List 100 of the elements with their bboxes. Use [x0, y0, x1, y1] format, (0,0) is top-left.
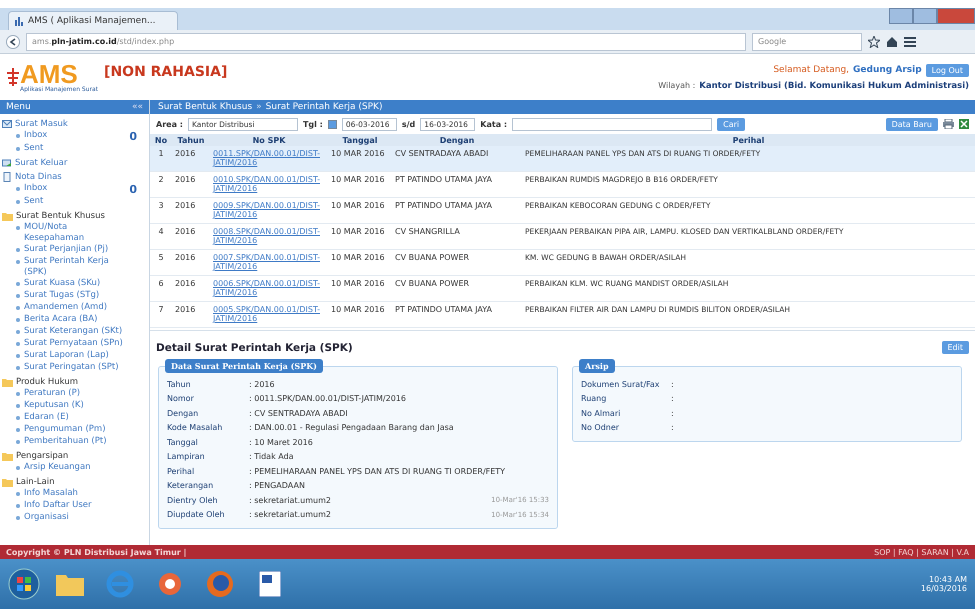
search-button[interactable]: Cari: [717, 118, 746, 130]
spk-number-link[interactable]: 0005.SPK/DAN.00.01/DIST-JATIM/2016: [210, 305, 328, 323]
menu-group[interactable]: Produk Hukum: [16, 376, 116, 388]
app-favicon: [15, 16, 24, 26]
keyword-field[interactable]: [512, 118, 712, 130]
search-field[interactable]: Google: [752, 32, 862, 50]
print-icon[interactable]: [943, 119, 954, 129]
spk-number-link[interactable]: 0008.SPK/DAN.00.01/DIST-JATIM/2016: [210, 227, 328, 245]
bullet-icon: [16, 147, 20, 151]
menu-group[interactable]: Nota Dinas: [15, 172, 115, 182]
menu-group[interactable]: Lain-Lain: [16, 476, 116, 488]
menu-item[interactable]: Sent: [24, 196, 124, 207]
menu-item[interactable]: Surat Perjanjian (Pj): [24, 244, 124, 255]
menu-item[interactable]: Berita Acara (BA): [24, 314, 124, 325]
spk-number-link[interactable]: 0006.SPK/DAN.00.01/DIST-JATIM/2016: [210, 279, 328, 297]
menu-item[interactable]: Keputusan (K): [24, 400, 124, 411]
menu-item[interactable]: Pengumuman (Pm): [24, 424, 124, 435]
edit-button[interactable]: Edit: [942, 341, 969, 354]
bullet-icon: [16, 260, 20, 264]
menu-item[interactable]: Pemberitahuan (Pt): [24, 436, 124, 447]
menu-item[interactable]: Sent: [24, 143, 124, 154]
menu-item[interactable]: Surat Laporan (Lap): [24, 350, 124, 361]
table-cell-text: 2016: [174, 305, 196, 314]
menu-item[interactable]: Surat Kuasa (SKu): [24, 278, 124, 289]
bullet-icon: [16, 440, 20, 444]
spreadsheet-icon[interactable]: [959, 119, 969, 129]
home-icon[interactable]: [886, 36, 898, 48]
field-value: :: [671, 380, 675, 389]
bullet-icon: [16, 492, 20, 496]
folder-icon: [2, 212, 13, 220]
menu-item[interactable]: Surat Peringatan (SPt): [24, 362, 124, 373]
bullet-icon: [16, 306, 20, 310]
menu-group[interactable]: Surat Keluar: [15, 158, 115, 168]
menu-item[interactable]: MOU/Nota Kesepahaman: [24, 222, 124, 244]
column-header: Tahun: [176, 136, 206, 144]
mail-icon: [2, 119, 12, 129]
field-label: Tanggal: [167, 438, 199, 447]
table-cell-text: 2016: [174, 149, 196, 158]
menu-item[interactable]: Surat Pernyataan (SPn): [24, 338, 124, 349]
date-checkbox[interactable]: [328, 120, 337, 128]
new-data-button[interactable]: Data Baru: [886, 118, 938, 130]
menu-item[interactable]: Info Masalah: [24, 488, 124, 499]
spk-number-link[interactable]: 0009.SPK/DAN.00.01/DIST-JATIM/2016: [210, 201, 328, 219]
detail-title: Detail Surat Perintah Kerja (SPK): [156, 342, 353, 354]
menu-group[interactable]: Surat Masuk: [15, 118, 115, 130]
field-value: : sekretariat.umum2: [249, 496, 332, 505]
field-value: : 0011.SPK/DAN.00.01/DIST-JATIM/2016: [249, 394, 407, 404]
clock-time: 10:43 AM: [929, 575, 967, 584]
bullet-icon: [16, 134, 20, 138]
table-cell-text: 5: [157, 253, 165, 262]
menu-item[interactable]: Inbox: [24, 130, 124, 141]
field-label: Dengan: [167, 408, 200, 418]
table-cell-text: 10 MAR 2016: [330, 201, 386, 210]
menu-item[interactable]: Surat Keterangan (SKt): [24, 326, 124, 337]
field-value: :: [671, 408, 675, 418]
breadcrumb-separator: »: [256, 102, 262, 112]
table-cell-text: 4: [157, 227, 165, 236]
menu-title: Menu: [6, 102, 31, 112]
table-cell-text: PT PATINDO UTAMA JAYA: [394, 175, 493, 184]
menu-group[interactable]: Pengarsipan: [16, 450, 116, 462]
folder-icon: [2, 378, 13, 386]
footer-links[interactable]: SOP | FAQ | SARAN | V.A: [874, 548, 969, 556]
menu-group[interactable]: Surat Bentuk Khusus: [16, 210, 116, 222]
spk-number-link[interactable]: 0010.SPK/DAN.00.01/DIST-JATIM/2016: [210, 175, 328, 193]
address-field[interactable]: ams.pln-jatim.co.id/std/index.php: [26, 32, 746, 50]
menu-item[interactable]: Amandemen (Amd): [24, 302, 124, 313]
back-icon[interactable]: [6, 34, 20, 48]
column-header: Dengan: [438, 136, 476, 144]
menu-item[interactable]: Info Daftar User: [24, 500, 124, 511]
bullet-icon: [16, 416, 20, 420]
table-cell-text: 2016: [174, 227, 196, 236]
start-button[interactable]: [8, 568, 40, 600]
logout-button[interactable]: Log Out: [926, 64, 969, 76]
table-cell-text: 10 MAR 2016: [330, 279, 386, 288]
menu-item[interactable]: Organisasi: [24, 512, 124, 523]
menu-item[interactable]: Surat Tugas (STg): [24, 290, 124, 301]
table-cell-text: 10 MAR 2016: [330, 149, 386, 158]
column-header: No SPK: [252, 136, 286, 144]
breadcrumb-item[interactable]: Surat Bentuk Khusus: [158, 102, 252, 112]
menu-item[interactable]: Peraturan (P): [24, 388, 124, 399]
field-label: Dokumen Surat/Fax: [581, 380, 661, 389]
field-value: : 10 Maret 2016: [249, 438, 314, 447]
menu-item[interactable]: Surat Perintah Kerja (SPK): [24, 256, 124, 278]
menu-icon[interactable]: [904, 36, 916, 46]
collapse-toggle[interactable]: ««: [132, 102, 143, 112]
menu-item[interactable]: Edaran (E): [24, 412, 124, 423]
table-cell-text: CV SHANGRILLA: [394, 227, 461, 236]
bullet-icon: [16, 294, 20, 298]
bullet-icon: [16, 516, 20, 520]
menu-item[interactable]: Arsip Keuangan: [24, 462, 124, 473]
bullet-icon: [16, 504, 20, 508]
spk-number-link[interactable]: 0007.SPK/DAN.00.01/DIST-JATIM/2016: [210, 253, 328, 271]
clock-date: 16/03/2016: [920, 584, 967, 593]
copyright-text: Copyright © PLN Distribusi Jawa Timur |: [6, 548, 186, 556]
menu-item[interactable]: Inbox: [24, 183, 124, 194]
star-icon[interactable]: [868, 36, 880, 48]
browser-tab[interactable]: AMS ( Aplikasi Manajemen...: [8, 11, 178, 30]
bullet-icon: [16, 200, 20, 204]
spk-number-link[interactable]: 0011.SPK/DAN.00.01/DIST-JATIM/2016: [210, 149, 328, 167]
region-value: Kantor Distribusi (Bid. Komunikasi Hukum Administrasi): [699, 80, 969, 90]
